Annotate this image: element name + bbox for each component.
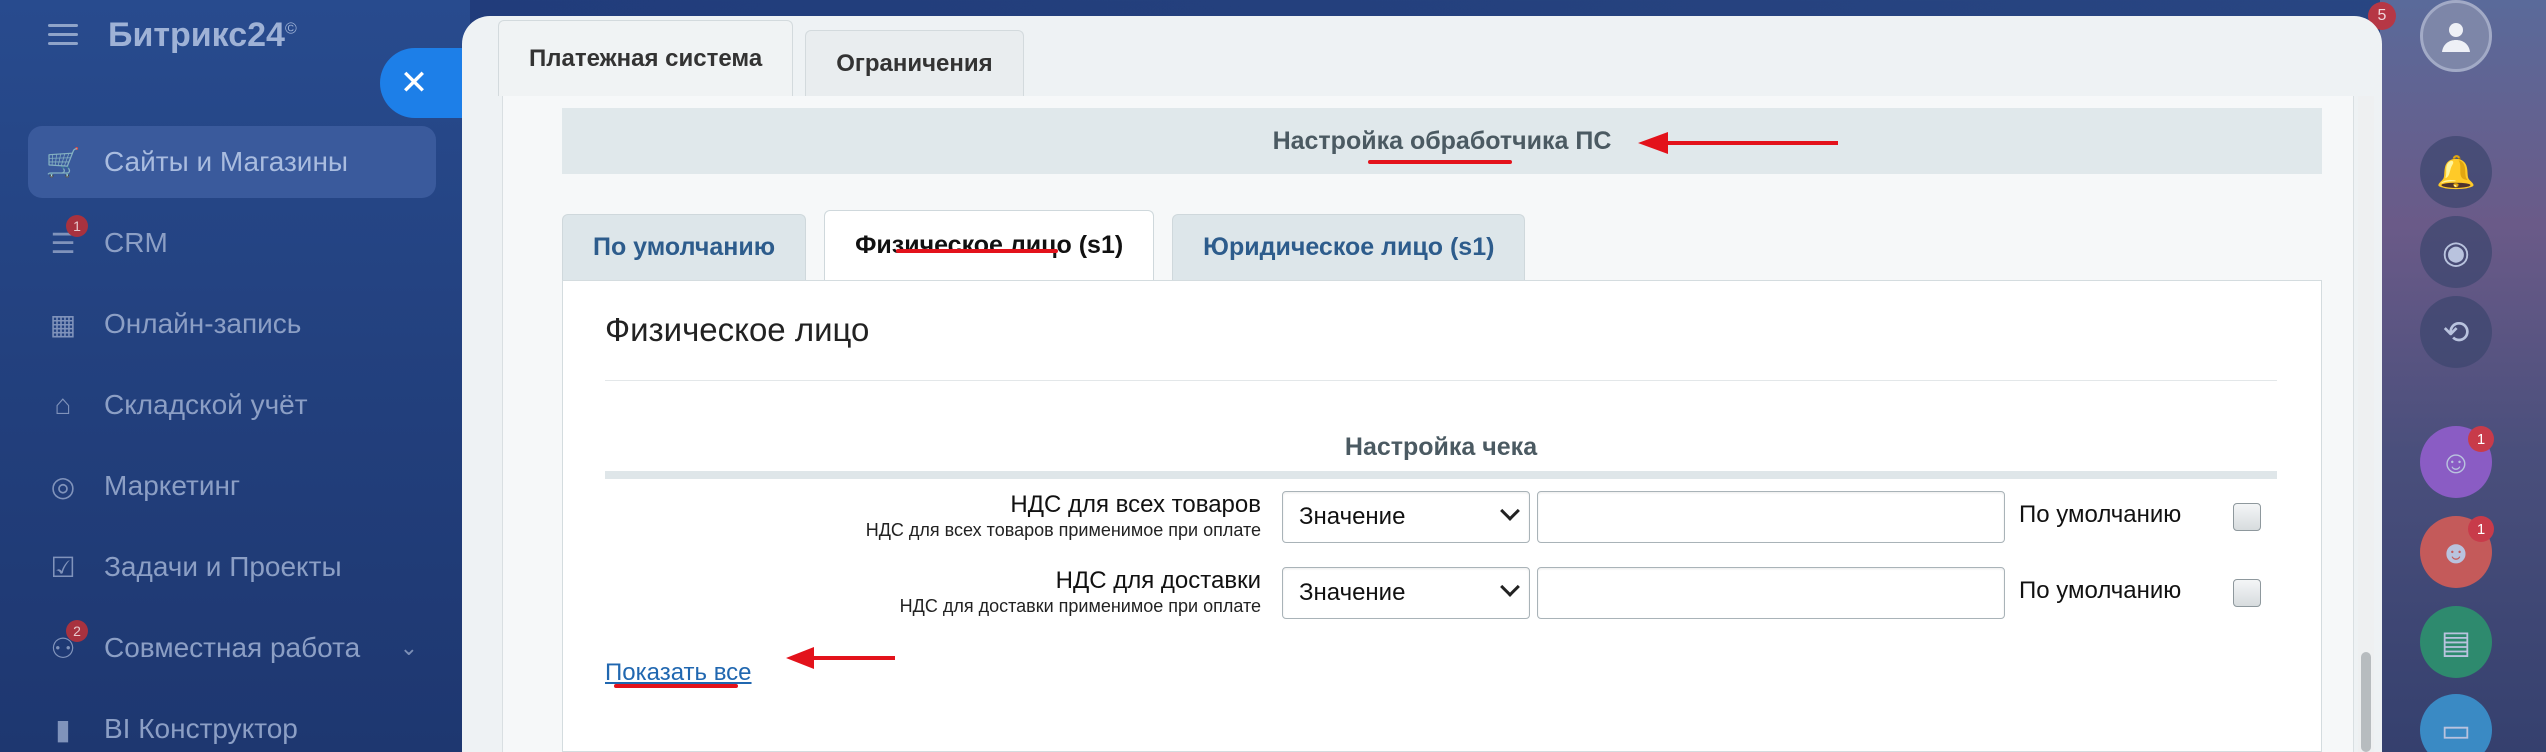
sidebar-item-label: Задачи и Проекты	[104, 551, 342, 582]
calendar-icon: ▦	[49, 308, 77, 340]
close-icon: ✕	[399, 64, 429, 102]
sidebar-item-label: Сайты и Магазины	[104, 146, 349, 177]
sidebar-item-label: CRM	[104, 227, 168, 258]
sidebar-item-warehouse[interactable]: ⌂ Складской учёт	[28, 369, 436, 441]
subsection-title: Настройка чека	[1344, 433, 1538, 461]
vat-delivery-row: НДС для доставки НДС для доставки примен…	[605, 567, 2277, 627]
sidebar-nav: 🛒 Сайты и Магазины ☰ 1 CRM ▦ Онлайн-запи…	[28, 126, 436, 752]
vat-delivery-select[interactable]: Значение	[1282, 567, 1530, 619]
scrollbar-thumb[interactable]	[2361, 652, 2371, 752]
target-icon: ◎	[50, 470, 76, 502]
sidebar-item-collaboration[interactable]: ⚇ 2 Совместная работа ⌄	[28, 612, 436, 684]
tab-payment-system[interactable]: Платежная система	[498, 20, 794, 96]
checkbox-icon: ☑	[50, 551, 76, 583]
default-label: По умолчанию	[2019, 501, 2182, 528]
chevron-down-icon[interactable]: ⌄	[400, 635, 418, 661]
sidebar-item-label: Совместная работа	[104, 632, 361, 663]
section-header: Настройка обработчика ПС	[562, 108, 2322, 174]
vat-all-goods-select[interactable]: Значение	[1282, 491, 1530, 543]
vat-all-goods-default-checkbox[interactable]	[2233, 503, 2261, 531]
sidebar-item-marketing[interactable]: ◎ Маркетинг	[28, 450, 436, 522]
scrollbar[interactable]	[2358, 96, 2374, 752]
vat-all-goods-input[interactable]	[1537, 491, 2005, 543]
vat-delivery-input[interactable]	[1537, 567, 2005, 619]
default-label: По умолчанию	[2019, 577, 2182, 604]
field-label: НДС для всех товаров	[1010, 491, 1261, 518]
field-hint: НДС для всех товаров применимое при опла…	[865, 520, 1261, 540]
bitrix-logo[interactable]: Битрикс24©	[108, 16, 297, 55]
payment-system-slider: Платежная система Ограничения Настройка …	[462, 16, 2382, 752]
sidebar-item-tasks[interactable]: ☑ Задачи и Проекты	[28, 531, 436, 603]
chat-icon: ▭	[2440, 712, 2472, 748]
document-icon: ▤	[2440, 624, 2472, 660]
notification-badge: 2	[66, 620, 88, 642]
user-icon	[2442, 23, 2470, 52]
bar-chart-icon: ▮	[55, 713, 71, 745]
sidebar-item-label: BI Конструктор	[104, 713, 298, 744]
notification-badge: 1	[66, 215, 88, 237]
contact-avatar-1[interactable]: ☺ 1	[2420, 426, 2494, 498]
show-all-link[interactable]: Показать все	[605, 659, 752, 687]
tab-default[interactable]: По умолчанию	[562, 214, 807, 280]
chevron-down-icon	[1500, 577, 1520, 597]
contact-avatar-2[interactable]: ☻ 1	[2420, 516, 2494, 588]
pulse-icon: ◉	[2442, 234, 2470, 270]
sidebar-item-crm[interactable]: ☰ 1 CRM	[28, 207, 436, 279]
select-value: Значение	[1299, 579, 1406, 606]
contact-avatar-3[interactable]: ▤	[2420, 606, 2492, 678]
tab-restrictions[interactable]: Ограничения	[805, 30, 1024, 96]
field-hint: НДС для доставки применимое при оплате	[899, 596, 1261, 616]
tab-individual[interactable]: Физическое лицо (s1)	[824, 210, 1155, 280]
sidebar-item-label: Маркетинг	[104, 470, 241, 501]
user-avatar[interactable]	[2420, 0, 2492, 72]
vat-all-goods-row: НДС для всех товаров НДС для всех товаро…	[605, 491, 2277, 551]
sidebar-item-sites-shops[interactable]: 🛒 Сайты и Магазины	[28, 126, 436, 198]
profile-tabs: По умолчанию Физическое лицо (s1) Юридич…	[562, 196, 1543, 280]
divider	[605, 380, 2277, 381]
menu-icon[interactable]	[48, 24, 78, 46]
page-title: Физическое лицо	[605, 311, 870, 348]
tab-legal-entity[interactable]: Юридическое лицо (s1)	[1172, 214, 1526, 280]
field-labels: НДС для всех товаров НДС для всех товаро…	[866, 491, 1261, 541]
notification-badge: 1	[2468, 426, 2494, 452]
sidebar-item-online-booking[interactable]: ▦ Онлайн-запись	[28, 288, 436, 360]
avatar: ☻	[2439, 533, 2473, 570]
cart-icon: 🛒	[45, 146, 81, 178]
divider	[605, 471, 2277, 479]
chat-sync-icon: ⟲	[2442, 314, 2470, 350]
field-label: НДС для доставки	[1055, 567, 1261, 594]
warehouse-icon: ⌂	[54, 389, 72, 420]
chat-button[interactable]: ▭	[2420, 694, 2492, 752]
avatar: ☺	[2439, 443, 2473, 480]
notification-badge: 1	[2468, 516, 2494, 542]
sidebar-item-label: Онлайн-запись	[104, 308, 302, 339]
notifications-button[interactable]: 🔔	[2420, 136, 2492, 208]
sidebar-item-bi[interactable]: ▮ BI Конструктор	[28, 693, 436, 752]
select-value: Значение	[1299, 503, 1406, 530]
sidebar-item-label: Складской учёт	[104, 389, 308, 420]
right-rail: 🔔 ◉ ⟲ ☺ 1 ☻ 1 ▤ ▭	[2380, 0, 2546, 752]
vat-delivery-default-checkbox[interactable]	[2233, 579, 2261, 607]
messenger-button[interactable]: ⟲	[2420, 296, 2492, 368]
field-labels: НДС для доставки НДС для доставки примен…	[900, 567, 1261, 617]
individual-settings: Физическое лицо Настройка чека НДС для в…	[562, 280, 2322, 752]
activity-button[interactable]: ◉	[2420, 216, 2492, 288]
bell-icon: 🔔	[2436, 154, 2476, 190]
chevron-down-icon	[1500, 501, 1520, 521]
top-tabs: Платежная система Ограничения	[498, 20, 1036, 96]
